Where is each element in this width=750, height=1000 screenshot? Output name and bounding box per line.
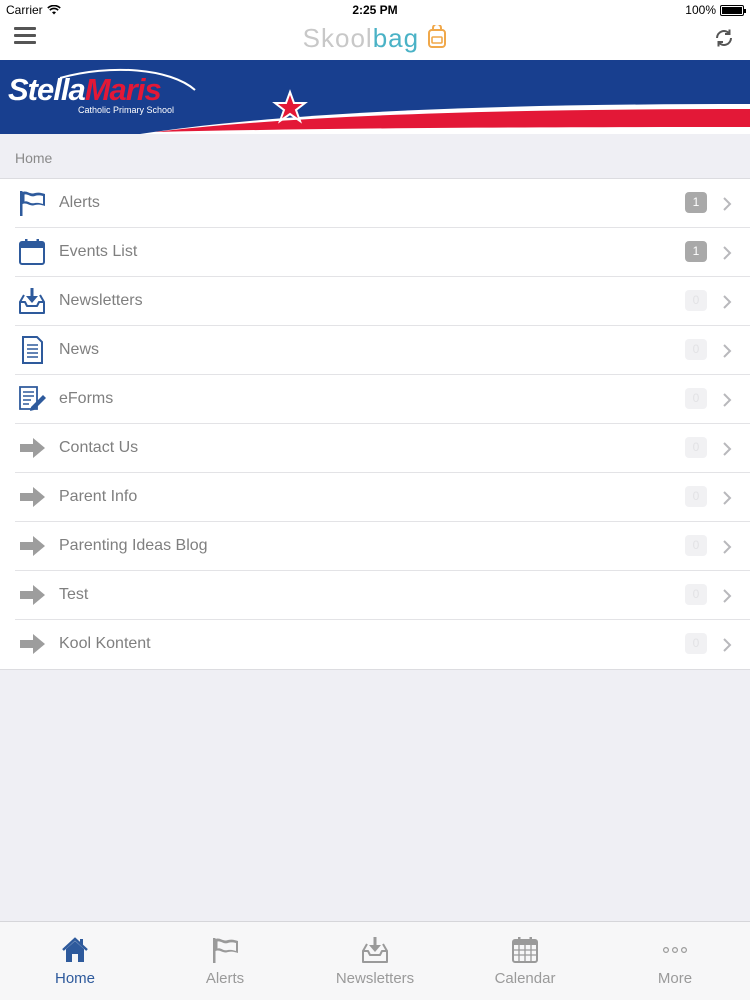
school-name-part2: Maris (84, 72, 162, 107)
tab-bar: Home Alerts Newsletters Calendar More (0, 921, 750, 1000)
menu-item-label: Kool Kontent (59, 635, 151, 652)
menu-item-label: eForms (59, 390, 114, 407)
count-badge: 0 (685, 437, 707, 458)
chevron-right-icon (723, 393, 732, 407)
nav-bar: Skoolbag (0, 20, 750, 60)
tab-home[interactable]: Home (0, 922, 150, 1000)
menu-item-news[interactable]: News 0 (15, 326, 750, 375)
menu-item-alerts[interactable]: Alerts 1 (15, 179, 750, 228)
count-badge: 1 (685, 192, 707, 213)
calendar-icon (19, 239, 45, 265)
inbox-download-icon (362, 937, 388, 963)
status-time: 2:25 PM (352, 3, 398, 17)
chevron-right-icon (723, 197, 732, 211)
chevron-right-icon (723, 589, 732, 603)
chevron-right-icon (723, 246, 732, 260)
app-logo: Skoolbag (0, 23, 750, 54)
breadcrumb: Home (15, 150, 53, 166)
count-badge: 0 (685, 633, 707, 654)
tab-label: Alerts (205, 970, 245, 987)
app-logo-part2: bag (372, 23, 420, 53)
battery-icon (720, 4, 746, 16)
count-badge: 0 (685, 339, 707, 360)
menu-item-eforms[interactable]: eForms 0 (15, 375, 750, 424)
menu-item-label: Alerts (59, 194, 100, 211)
school-banner: StellaMaris Catholic Primary School (0, 60, 750, 134)
battery-percent: 100% (685, 3, 716, 17)
count-badge: 0 (685, 535, 707, 556)
tab-alerts[interactable]: Alerts (150, 922, 300, 1000)
arrow-right-icon (20, 536, 45, 556)
menu-item-label: Events List (59, 243, 138, 260)
chevron-right-icon (723, 442, 732, 456)
arrow-right-icon (20, 438, 45, 458)
tab-label: Newsletters (335, 970, 415, 987)
menu-item-label: Newsletters (59, 292, 143, 309)
status-right: 100% (685, 3, 746, 17)
count-badge: 0 (685, 486, 707, 507)
app-logo-part1: Skool (302, 23, 373, 53)
count-badge: 0 (685, 388, 707, 409)
arrow-right-icon (20, 585, 45, 605)
school-name: StellaMaris (8, 72, 162, 108)
status-bar: Carrier 2:25 PM 100% (0, 0, 750, 20)
school-subtitle: Catholic Primary School (78, 105, 175, 115)
tab-newsletters[interactable]: Newsletters (300, 922, 450, 1000)
school-name-part1: Stella (8, 72, 86, 107)
arrow-right-icon (20, 487, 45, 507)
form-edit-icon (19, 386, 46, 411)
count-badge: 0 (685, 290, 707, 311)
tab-more[interactable]: More (600, 922, 750, 1000)
chevron-right-icon (723, 344, 732, 358)
chevron-right-icon (723, 638, 732, 652)
chevron-right-icon (723, 295, 732, 309)
more-dots-icon (662, 947, 688, 954)
tab-label: Home (54, 970, 95, 987)
chevron-right-icon (723, 540, 732, 554)
inbox-download-icon (19, 288, 45, 314)
menu-item-label: Parent Info (59, 488, 138, 505)
menu-item-kool-kontent[interactable]: Kool Kontent 0 (15, 620, 750, 669)
flag-icon (213, 938, 238, 963)
calendar-grid-icon (512, 937, 538, 963)
menu-item-label: Contact Us (59, 439, 139, 456)
schoolbag-icon (428, 25, 447, 48)
menu-item-contact-us[interactable]: Contact Us 0 (15, 424, 750, 473)
refresh-icon[interactable] (712, 26, 736, 50)
menu-item-label: News (59, 341, 100, 358)
menu-item-label: Parenting Ideas Blog (59, 537, 208, 554)
menu-item-parenting-ideas-blog[interactable]: Parenting Ideas Blog 0 (15, 522, 750, 571)
tab-label: More (657, 970, 693, 987)
arrow-right-icon (20, 634, 45, 654)
home-icon (62, 937, 88, 962)
menu-item-test[interactable]: Test 0 (15, 571, 750, 620)
count-badge: 1 (685, 241, 707, 262)
flag-icon (20, 191, 45, 216)
menu-item-newsletters[interactable]: Newsletters 0 (15, 277, 750, 326)
menu-item-label: Test (59, 586, 89, 603)
chevron-right-icon (723, 491, 732, 505)
tab-calendar[interactable]: Calendar (450, 922, 600, 1000)
menu-item-events-list[interactable]: Events List 1 (15, 228, 750, 277)
menu-list: Alerts 1 Events List 1 Newsletters 0 New (0, 178, 750, 670)
tab-label: Calendar (494, 970, 556, 987)
menu-item-parent-info[interactable]: Parent Info 0 (15, 473, 750, 522)
document-icon (22, 336, 43, 364)
count-badge: 0 (685, 584, 707, 605)
